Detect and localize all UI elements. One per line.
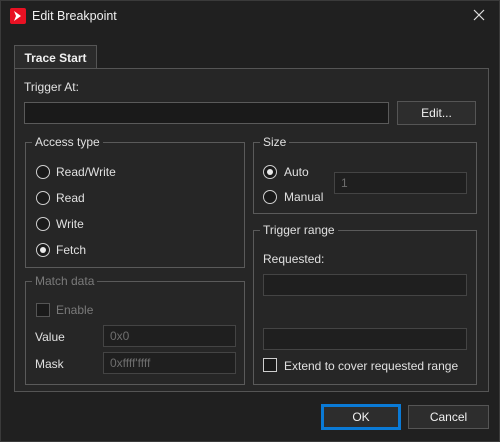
range-input[interactable] <box>263 328 467 350</box>
extend-range-checkbox[interactable] <box>263 358 277 372</box>
trigger-range-title: Trigger range <box>260 223 338 237</box>
radio-write[interactable] <box>36 217 50 231</box>
enable-checkbox[interactable] <box>36 303 50 317</box>
access-type-group: Access type Read/Write Read Write Fetch <box>25 135 245 268</box>
trigger-range-group: Trigger range Requested: Extend to cover… <box>253 223 477 385</box>
radio-write-label: Write <box>56 217 84 231</box>
radio-manual-label: Manual <box>284 190 324 204</box>
radio-auto-label: Auto <box>284 165 309 179</box>
mask-label: Mask <box>35 357 64 371</box>
size-group: Size Auto Manual 1 <box>253 135 477 214</box>
value-label: Value <box>35 330 65 344</box>
close-button[interactable] <box>459 1 499 32</box>
manual-size-input[interactable]: 1 <box>334 172 467 194</box>
radio-fetch-label: Fetch <box>56 243 87 257</box>
ok-button[interactable]: OK <box>321 404 401 430</box>
trigger-at-input[interactable] <box>24 102 389 124</box>
radio-read-label: Read <box>56 191 85 205</box>
enable-label: Enable <box>56 303 94 317</box>
tab-trace-start[interactable]: Trace Start <box>14 45 97 69</box>
trigger-at-label: Trigger At: <box>24 80 79 94</box>
edit-breakpoint-dialog: Edit Breakpoint Trace Start Trigger At: … <box>0 0 500 442</box>
cancel-button[interactable]: Cancel <box>408 405 489 429</box>
window-title: Edit Breakpoint <box>32 9 117 23</box>
extend-range-label: Extend to cover requested range <box>284 359 459 373</box>
title-bar: Edit Breakpoint <box>1 1 499 32</box>
radio-read[interactable] <box>36 191 50 205</box>
match-data-group: Match data Enable Value 0x0 Mask 0xffff'… <box>25 274 245 385</box>
tab-panel: Trigger At: Edit... Access type Read/Wri… <box>14 68 489 392</box>
radio-auto[interactable] <box>263 165 277 179</box>
app-icon <box>10 8 26 24</box>
mask-input[interactable]: 0xffff'ffff <box>103 352 236 374</box>
edit-button[interactable]: Edit... <box>397 101 476 125</box>
size-title: Size <box>260 135 290 149</box>
radio-manual[interactable] <box>263 190 277 204</box>
requested-input[interactable] <box>263 274 467 296</box>
radio-read-write-label: Read/Write <box>56 165 116 179</box>
access-type-title: Access type <box>32 135 103 149</box>
match-data-title: Match data <box>32 274 98 288</box>
radio-read-write[interactable] <box>36 165 50 179</box>
value-input[interactable]: 0x0 <box>103 325 236 347</box>
radio-fetch[interactable] <box>36 243 50 257</box>
close-icon <box>473 9 485 24</box>
requested-label: Requested: <box>263 252 325 266</box>
